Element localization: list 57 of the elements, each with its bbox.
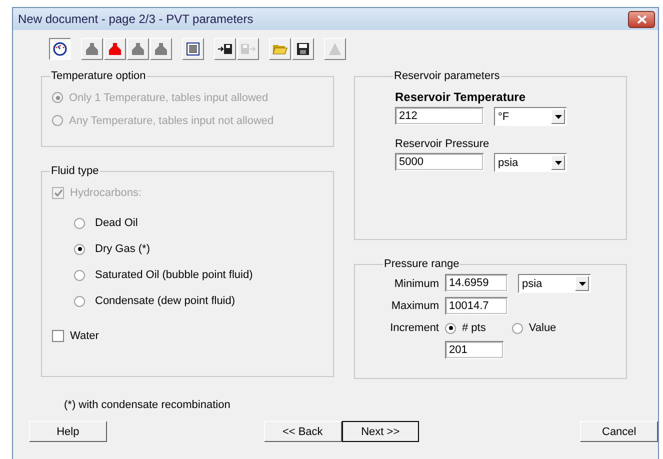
- folder-icon: [272, 42, 288, 56]
- radio-label: Value: [528, 322, 556, 334]
- list-icon: [186, 42, 200, 56]
- flask-icon: [85, 42, 99, 56]
- radio-button[interactable]: [74, 218, 85, 228]
- radio-label: # pts: [462, 322, 486, 334]
- checkbox-label: Hydrocarbons:: [70, 186, 142, 198]
- unit-dropdown[interactable]: °F: [494, 107, 567, 126]
- footnote: (*) with condensate recombination: [64, 399, 232, 412]
- input-field[interactable]: 5000: [395, 153, 484, 171]
- unit-dropdown[interactable]: psia: [494, 153, 567, 172]
- radio-button[interactable]: [74, 244, 85, 254]
- unit-dropdown[interactable]: psia: [518, 274, 591, 293]
- save-icon: [296, 42, 310, 56]
- radio-label: Dry Gas (*): [95, 243, 150, 255]
- dialog-button[interactable]: << Back: [264, 421, 342, 442]
- radio-button[interactable]: [512, 322, 523, 334]
- checkbox[interactable]: [52, 330, 64, 342]
- radio-button[interactable]: [74, 270, 85, 280]
- group-title: Reservoir parameters: [393, 70, 501, 82]
- flask-icon: [108, 42, 122, 56]
- radio-button[interactable]: [74, 296, 85, 306]
- dialog-button[interactable]: Next >>: [342, 421, 420, 442]
- radio-label: Only 1 Temperature, tables input allowed: [69, 92, 268, 104]
- field-label: Reservoir Pressure: [395, 138, 490, 150]
- radio-label: Dead Oil: [95, 217, 138, 229]
- field-label: Maximum: [390, 300, 439, 312]
- close-button[interactable]: [628, 10, 655, 28]
- input-field[interactable]: 201: [445, 341, 504, 359]
- close-icon: [636, 14, 646, 24]
- group-title: Fluid type: [50, 165, 100, 177]
- dialog-button[interactable]: Cancel: [580, 421, 658, 442]
- radio-label: Condensate (dew point fluid): [95, 295, 236, 307]
- window-title: New document - page 2/3 - PVT parameters: [18, 12, 254, 26]
- group-title: Temperature option: [50, 70, 147, 82]
- caret-icon: [554, 114, 562, 118]
- export-icon: [240, 42, 256, 56]
- field-label: Minimum: [393, 278, 439, 290]
- input-field[interactable]: 212: [395, 107, 484, 125]
- field-label: Increment: [389, 322, 439, 334]
- field-label: Reservoir Temperature: [395, 90, 526, 104]
- flask-icon: [131, 42, 145, 56]
- radio-button[interactable]: [445, 322, 456, 334]
- gauge-icon: [52, 42, 68, 56]
- radio-label: Saturated Oil (bubble point fluid): [95, 269, 253, 281]
- caret-icon: [554, 160, 562, 164]
- caret-icon: [578, 282, 586, 286]
- import-icon: [217, 42, 233, 56]
- toolbar-button[interactable]: [49, 38, 71, 60]
- radio-label: Any Temperature, tables input not allowed: [69, 114, 274, 126]
- flask-icon: [154, 42, 168, 56]
- triangle-icon: [328, 42, 342, 56]
- input-field[interactable]: 10014.7: [445, 297, 508, 315]
- group-title: Pressure range: [383, 258, 460, 270]
- checkbox-label: Water: [70, 330, 99, 342]
- input-field[interactable]: 14.6959: [445, 274, 508, 292]
- dialog-button[interactable]: Help: [29, 421, 107, 442]
